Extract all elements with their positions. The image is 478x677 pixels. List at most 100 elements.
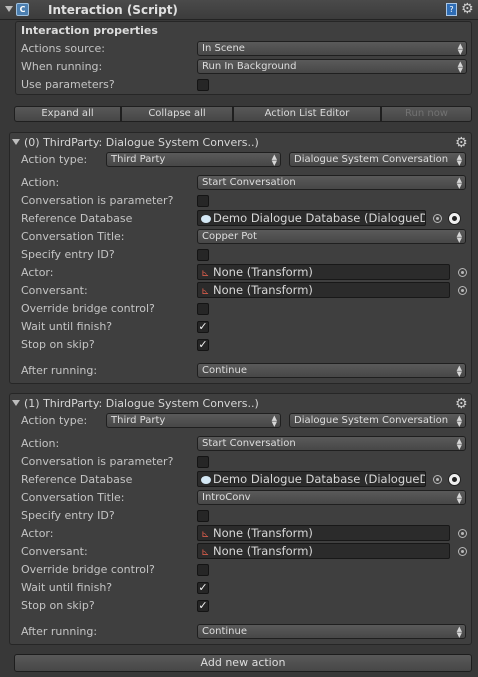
- actor-value: None (Transform): [213, 265, 313, 279]
- action-label: Action:: [21, 176, 60, 189]
- add-new-action-button[interactable]: Add new action: [14, 654, 472, 672]
- actor-field[interactable]: ⊾ None (Transform): [197, 264, 450, 280]
- actor-field[interactable]: ⊾ None (Transform): [197, 525, 450, 541]
- override-bridge-label: Override bridge control?: [21, 563, 155, 576]
- stop-on-skip-checkbox[interactable]: ✓: [197, 600, 209, 612]
- action-type-dropdown[interactable]: Third Party ▲ ▼: [106, 152, 281, 167]
- after-running-value: Continue: [202, 365, 247, 376]
- conversation-title-value: IntroConv: [202, 492, 251, 503]
- action-dropdown[interactable]: Start Conversation ▲ ▼: [197, 175, 466, 190]
- properties-title: Interaction properties: [21, 24, 158, 37]
- conversant-picker-icon[interactable]: [458, 547, 467, 556]
- actor-picker-icon[interactable]: [458, 529, 467, 538]
- reference-database-value: Demo Dialogue Database (DialogueD: [213, 211, 426, 225]
- action-dropdown[interactable]: Start Conversation ▲ ▼: [197, 436, 466, 451]
- specify-entry-label: Specify entry ID?: [21, 248, 115, 261]
- updown-arrows-icon: ▲ ▼: [456, 414, 462, 428]
- actor-picker-icon[interactable]: [458, 268, 467, 277]
- after-running-dropdown[interactable]: Continue ▲ ▼: [197, 363, 466, 378]
- action-type-dropdown[interactable]: Third Party ▲ ▼: [106, 413, 281, 428]
- run-now-button[interactable]: Run now: [381, 106, 472, 122]
- stop-on-skip-label: Stop on skip?: [21, 599, 95, 612]
- conversation-title-label: Conversation Title:: [21, 491, 125, 504]
- updown-arrows-icon: ▲ ▼: [456, 230, 462, 244]
- reference-database-field[interactable]: Demo Dialogue Database (DialogueD: [197, 471, 426, 487]
- object-picker-icon[interactable]: [433, 475, 442, 484]
- database-icon: [201, 215, 211, 223]
- action-subtype-dropdown[interactable]: Dialogue System Conversation ▲ ▼: [289, 152, 466, 167]
- specify-entry-checkbox[interactable]: [197, 249, 209, 261]
- after-running-label: After running:: [21, 364, 98, 377]
- reference-database-field[interactable]: Demo Dialogue Database (DialogueD: [197, 210, 426, 226]
- action-foldout-icon[interactable]: [12, 400, 20, 406]
- specify-entry-checkbox[interactable]: [197, 510, 209, 522]
- stop-on-skip-label: Stop on skip?: [21, 338, 95, 351]
- foldout-arrow-icon[interactable]: [5, 6, 13, 12]
- action-gear-icon[interactable]: ⚙: [455, 396, 468, 412]
- updown-arrows-icon: ▲ ▼: [457, 42, 463, 56]
- action-title[interactable]: (0) ThirdParty: Dialogue System Convers.…: [24, 136, 259, 149]
- action-title[interactable]: (1) ThirdParty: Dialogue System Convers.…: [24, 397, 259, 410]
- actor-label: Actor:: [21, 266, 54, 279]
- actions-source-value: In Scene: [202, 43, 245, 54]
- action-subtype-value: Dialogue System Conversation: [294, 415, 449, 426]
- action-value: Start Conversation: [202, 438, 296, 449]
- action-list-editor-button[interactable]: Action List Editor: [233, 106, 381, 122]
- component-header[interactable]: C Interaction (Script) ? ⚙: [0, 0, 478, 20]
- conversation-param-label: Conversation is parameter?: [21, 194, 174, 207]
- after-running-label: After running:: [21, 625, 98, 638]
- conversation-title-dropdown[interactable]: Copper Pot ▲ ▼: [197, 229, 466, 244]
- collapse-all-button[interactable]: Collapse all: [121, 106, 233, 122]
- reference-database-label: Reference Database: [21, 473, 133, 486]
- stop-on-skip-checkbox[interactable]: ✓: [197, 339, 209, 351]
- expand-all-button[interactable]: Expand all: [14, 106, 121, 122]
- updown-arrows-icon: ▲ ▼: [456, 625, 462, 639]
- conversation-title-value: Copper Pot: [202, 231, 257, 242]
- conversation-title-dropdown[interactable]: IntroConv ▲ ▼: [197, 490, 466, 505]
- wait-until-finish-checkbox[interactable]: ✓: [197, 321, 209, 333]
- conversation-param-checkbox[interactable]: [197, 195, 209, 207]
- script-checkbox-icon[interactable]: C: [16, 3, 29, 16]
- conversation-param-checkbox[interactable]: [197, 456, 209, 468]
- override-bridge-checkbox[interactable]: [197, 303, 209, 315]
- action-panel: (0) ThirdParty: Dialogue System Convers.…: [9, 132, 472, 384]
- wait-until-finish-checkbox[interactable]: ✓: [197, 582, 209, 594]
- conversant-field[interactable]: ⊾ None (Transform): [197, 282, 450, 298]
- action-subtype-dropdown[interactable]: Dialogue System Conversation ▲ ▼: [289, 413, 466, 428]
- conversant-label: Conversant:: [21, 284, 88, 297]
- database-icon: [201, 476, 211, 484]
- action-type-value: Third Party: [111, 415, 166, 426]
- help-book-icon[interactable]: ?: [446, 3, 457, 16]
- override-bridge-checkbox[interactable]: [197, 564, 209, 576]
- action-type-label: Action type:: [21, 414, 88, 427]
- updown-arrows-icon: ▲ ▼: [456, 491, 462, 505]
- updown-arrows-icon: ▲ ▼: [456, 437, 462, 451]
- action-label: Action:: [21, 437, 60, 450]
- wait-until-finish-label: Wait until finish?: [21, 320, 113, 333]
- when-running-dropdown[interactable]: Run In Background ▲ ▼: [197, 59, 467, 74]
- use-parameters-checkbox[interactable]: [197, 79, 209, 91]
- actor-value: None (Transform): [213, 526, 313, 540]
- conversant-field[interactable]: ⊾ None (Transform): [197, 543, 450, 559]
- updown-arrows-icon: ▲ ▼: [456, 153, 462, 167]
- when-running-label: When running:: [21, 60, 103, 73]
- gear-icon[interactable]: ⚙: [461, 1, 474, 17]
- database-select-icon[interactable]: [448, 212, 461, 225]
- updown-arrows-icon: ▲ ▼: [457, 60, 463, 74]
- action-value: Start Conversation: [202, 177, 296, 188]
- action-gear-icon[interactable]: ⚙: [455, 135, 468, 151]
- updown-arrows-icon: ▲ ▼: [271, 414, 277, 428]
- actions-source-dropdown[interactable]: In Scene ▲ ▼: [197, 41, 467, 56]
- database-select-icon[interactable]: [448, 473, 461, 486]
- action-panel: (1) ThirdParty: Dialogue System Convers.…: [9, 393, 472, 645]
- action-foldout-icon[interactable]: [12, 139, 20, 145]
- updown-arrows-icon: ▲ ▼: [456, 176, 462, 190]
- conversation-param-label: Conversation is parameter?: [21, 455, 174, 468]
- object-picker-icon[interactable]: [433, 214, 442, 223]
- after-running-dropdown[interactable]: Continue ▲ ▼: [197, 624, 466, 639]
- conversant-picker-icon[interactable]: [458, 286, 467, 295]
- updown-arrows-icon: ▲ ▼: [456, 364, 462, 378]
- conversant-value: None (Transform): [213, 544, 313, 558]
- reference-database-label: Reference Database: [21, 212, 133, 225]
- action-type-value: Third Party: [111, 154, 166, 165]
